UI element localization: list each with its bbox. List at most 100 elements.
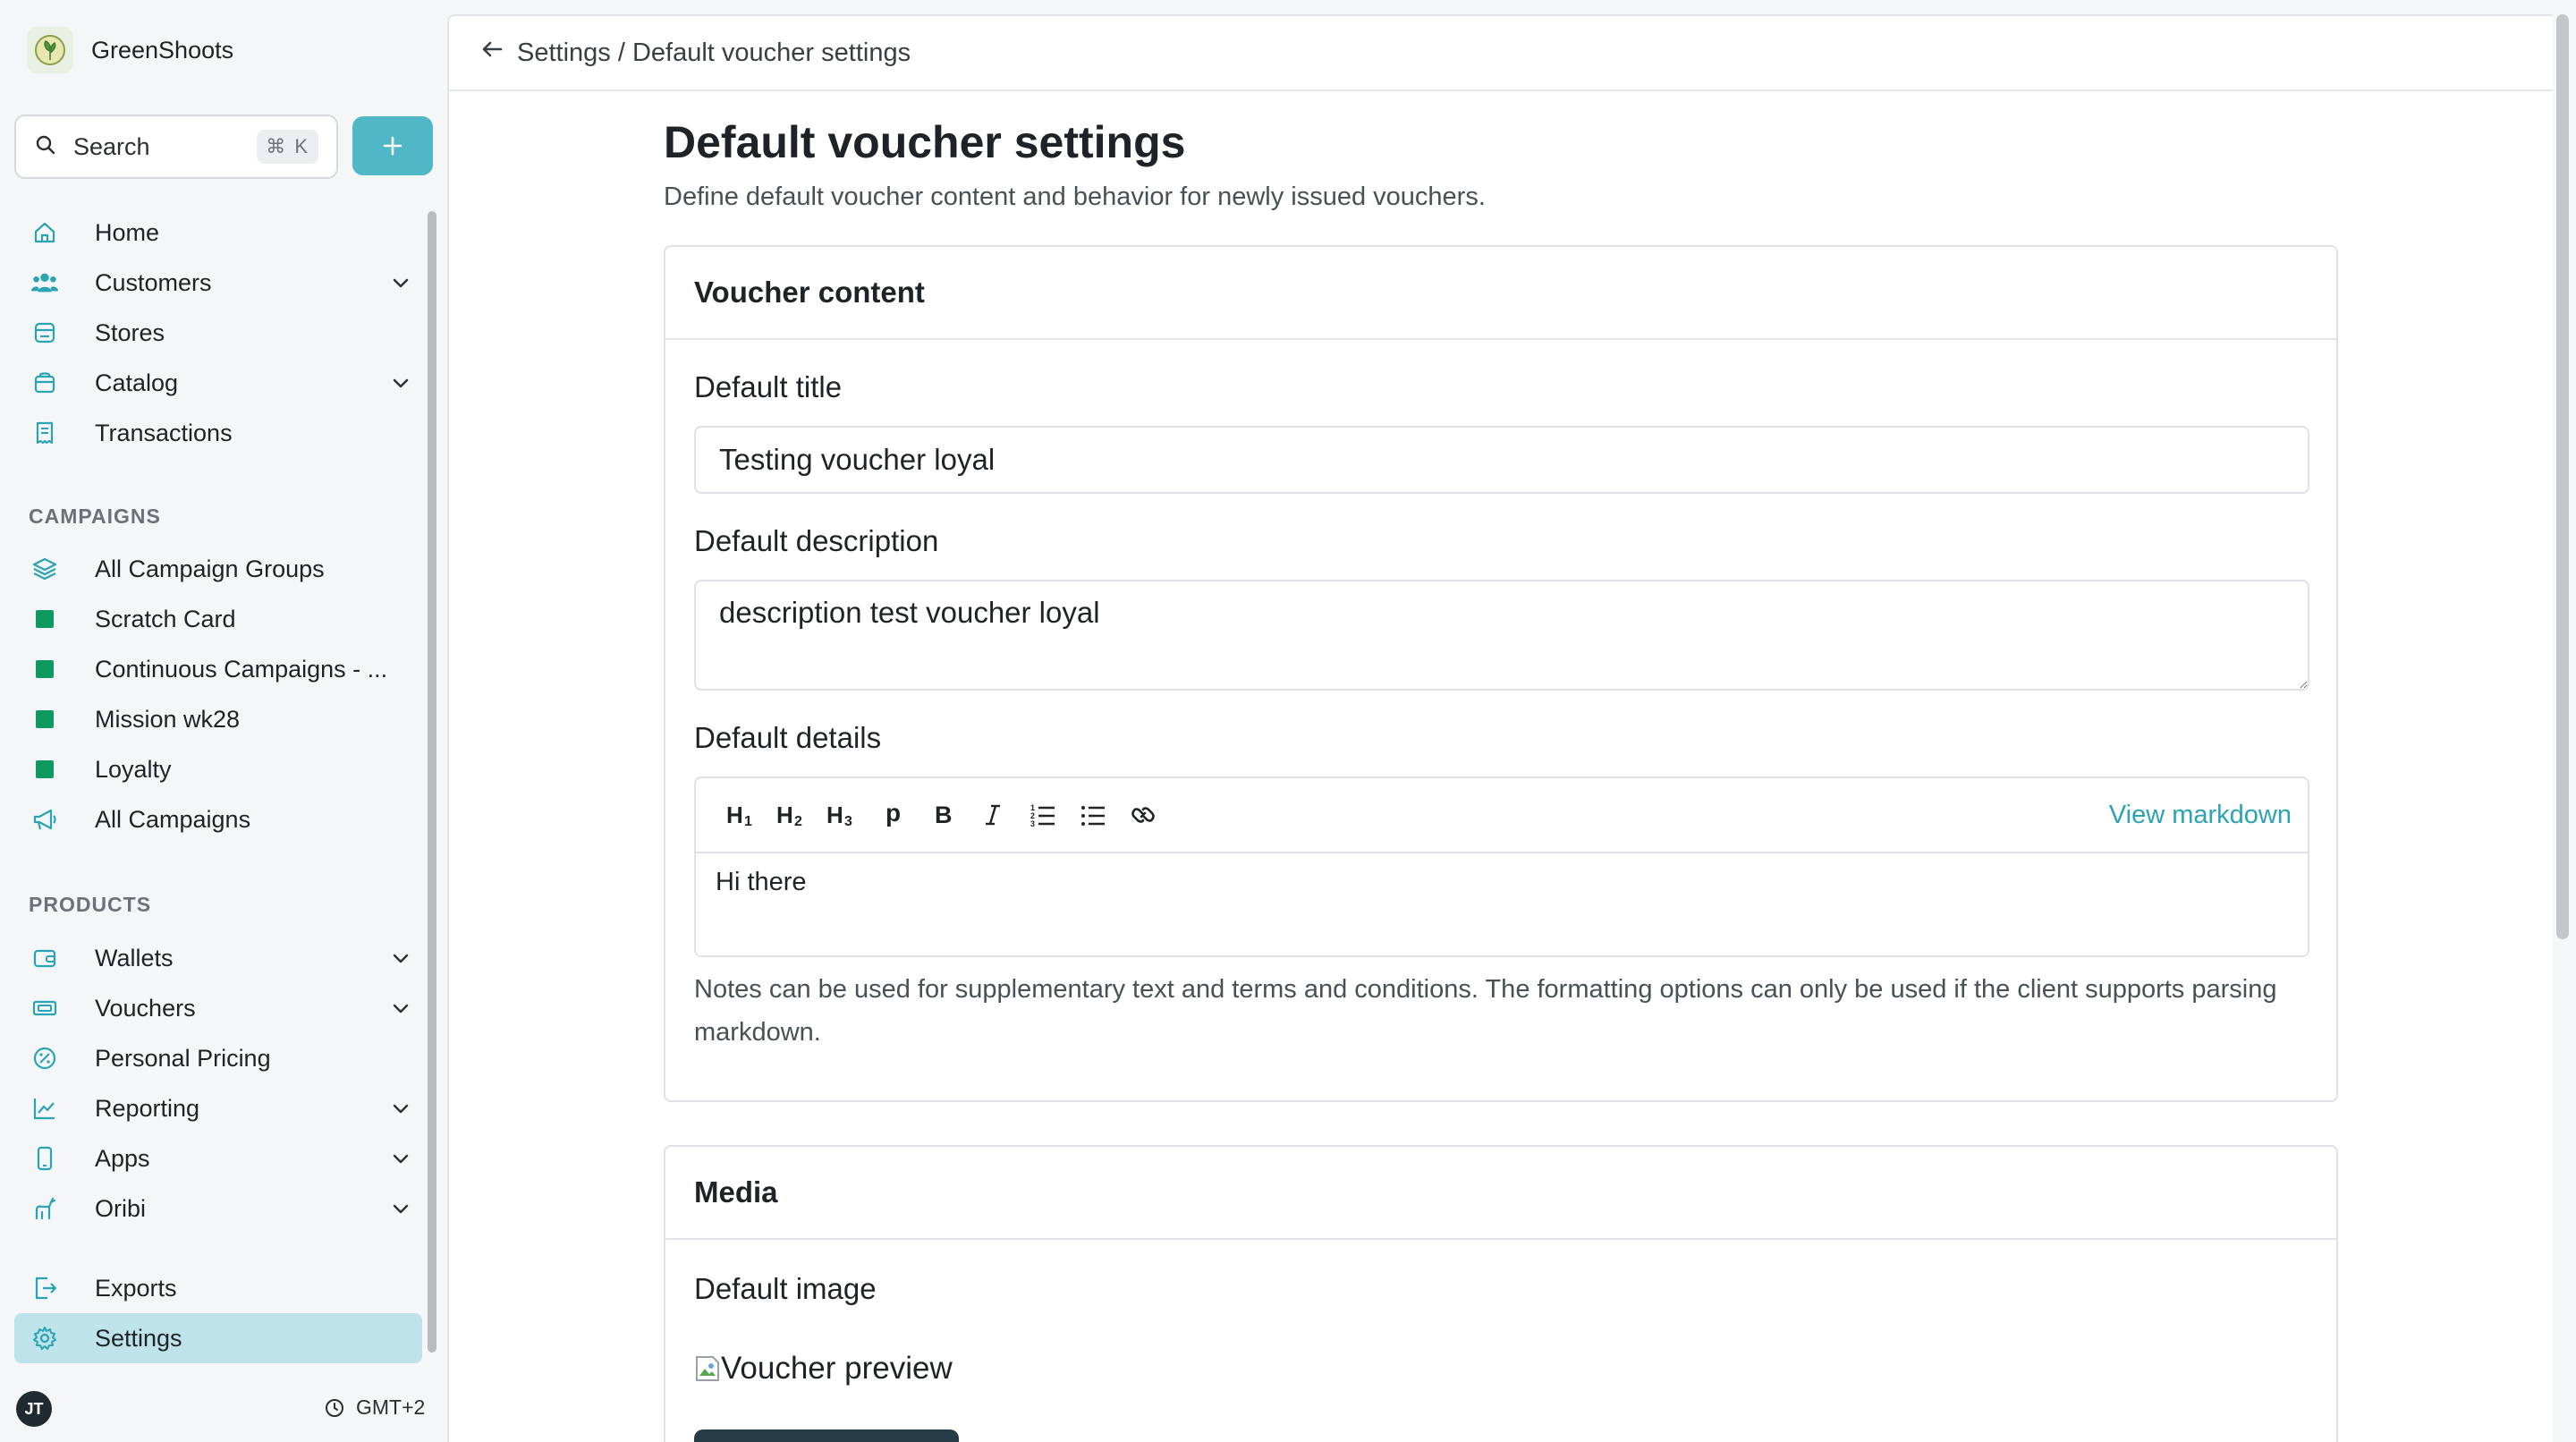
bullet-list-button[interactable] xyxy=(1068,790,1118,840)
sidebar-item-vouchers[interactable]: Vouchers xyxy=(14,983,422,1033)
chevron-down-icon[interactable] xyxy=(390,1148,411,1174)
wallet-icon xyxy=(30,944,59,972)
home-icon xyxy=(30,218,59,247)
sidebar-item-label: Mission wk28 xyxy=(95,705,241,733)
paragraph-button[interactable]: p xyxy=(868,790,918,840)
users-icon xyxy=(30,268,59,297)
sidebar-item-label: Loyalty xyxy=(95,755,172,783)
timezone-indicator[interactable]: GMT+2 xyxy=(324,1395,447,1420)
sidebar-scrollbar[interactable] xyxy=(428,211,436,1353)
sidebar-item-label: Settings xyxy=(95,1324,182,1352)
italic-button[interactable] xyxy=(968,790,1018,840)
search-button[interactable]: Search ⌘ K xyxy=(14,115,338,179)
sidebar-item-personal-pricing[interactable]: Personal Pricing xyxy=(14,1033,422,1083)
search-label: Search xyxy=(73,132,150,160)
back-arrow-icon[interactable] xyxy=(479,37,504,69)
svg-text:3: 3 xyxy=(1030,819,1035,828)
search-shortcut: ⌘ K xyxy=(257,130,318,164)
sidebar-item-label: Apps xyxy=(95,1144,150,1172)
sidebar-item-mission-wk28[interactable]: Mission wk28 xyxy=(14,694,422,744)
clock-icon xyxy=(326,1398,343,1417)
breadcrumb-text[interactable]: Settings / Default voucher settings xyxy=(517,38,911,68)
chart-icon xyxy=(30,1094,59,1123)
sidebar-item-all-campaign-groups[interactable]: All Campaign Groups xyxy=(14,544,422,594)
svg-text:H: H xyxy=(776,802,793,828)
sidebar-item-loyalty[interactable]: Loyalty xyxy=(14,744,422,794)
campaigns-nav: All Campaign Groups Scratch Card Continu… xyxy=(14,544,422,844)
ticket-icon xyxy=(30,994,59,1022)
svg-text:H: H xyxy=(726,802,743,828)
bold-button[interactable]: B xyxy=(918,790,968,840)
sidebar-item-oribi[interactable]: Oribi xyxy=(14,1183,422,1234)
chevron-down-icon[interactable] xyxy=(390,947,411,973)
sidebar-item-continuous-campaigns[interactable]: Continuous Campaigns - ... xyxy=(14,644,422,694)
sidebar-item-label: Oribi xyxy=(95,1194,147,1222)
campaigns-section-label: CAMPAIGNS xyxy=(29,505,161,528)
sidebar-item-label: Personal Pricing xyxy=(95,1044,271,1072)
sidebar-item-stores[interactable]: Stores xyxy=(14,308,422,358)
details-help-text: Notes can be used for supplementary text… xyxy=(694,975,2277,1047)
card-heading: Media xyxy=(665,1147,2336,1240)
square-icon xyxy=(30,705,59,734)
sidebar-item-settings[interactable]: Settings xyxy=(14,1313,422,1363)
sidebar-item-label: Transactions xyxy=(95,419,233,446)
broken-image-icon xyxy=(696,1356,719,1381)
megaphone-icon xyxy=(30,805,59,834)
chevron-down-icon[interactable] xyxy=(390,1198,411,1224)
view-markdown-link[interactable]: View markdown xyxy=(2109,801,2292,830)
sidebar-item-catalog[interactable]: Catalog xyxy=(14,358,422,408)
add-button[interactable] xyxy=(352,116,433,175)
sidebar-item-all-campaigns[interactable]: All Campaigns xyxy=(14,794,422,844)
default-title-input[interactable] xyxy=(694,426,2309,494)
chevron-down-icon[interactable] xyxy=(390,997,411,1023)
chevron-down-icon[interactable] xyxy=(390,372,411,398)
bottom-nav: Exports Settings xyxy=(14,1263,422,1363)
store-icon xyxy=(30,318,59,347)
sidebar-item-label: All Campaign Groups xyxy=(95,555,325,582)
plus-icon xyxy=(383,136,402,156)
chevron-down-icon[interactable] xyxy=(390,272,411,298)
sidebar-item-transactions[interactable]: Transactions xyxy=(14,408,422,458)
svg-text:2: 2 xyxy=(794,814,802,828)
voucher-content-card: Voucher content Default title Default de… xyxy=(664,245,2338,1102)
heading3-button[interactable]: H3 xyxy=(818,790,868,840)
sidebar-item-label: Continuous Campaigns - ... xyxy=(95,655,388,683)
svg-text:H: H xyxy=(826,802,843,828)
voucher-preview-alt: Voucher preview xyxy=(721,1351,953,1386)
animal-icon xyxy=(30,1194,59,1223)
heading1-button[interactable]: H1 xyxy=(717,790,767,840)
details-editor[interactable]: Hi there xyxy=(694,852,2309,957)
upload-image-button[interactable] xyxy=(694,1429,959,1442)
square-icon xyxy=(30,755,59,784)
sidebar-item-apps[interactable]: Apps xyxy=(14,1133,422,1183)
sidebar-item-label: Scratch Card xyxy=(95,605,236,632)
percent-icon xyxy=(30,1044,59,1073)
sidebar-item-customers[interactable]: Customers xyxy=(14,258,422,308)
svg-text:B: B xyxy=(935,802,953,828)
avatar[interactable]: JT xyxy=(16,1391,52,1427)
details-editor-text: Hi there xyxy=(716,868,807,896)
page-scrollbar[interactable] xyxy=(2556,14,2569,939)
default-description-textarea[interactable]: description test voucher loyal xyxy=(694,580,2309,691)
sidebar-item-exports[interactable]: Exports xyxy=(14,1263,422,1313)
layers-icon xyxy=(30,555,59,583)
square-icon xyxy=(30,655,59,683)
sidebar-item-wallets[interactable]: Wallets xyxy=(14,933,422,983)
bag-icon xyxy=(30,369,59,397)
ordered-list-button[interactable]: 123 xyxy=(1018,790,1068,840)
heading2-button[interactable]: H2 xyxy=(767,790,818,840)
markdown-toolbar: H1 H2 H3 p B 123 View markdown xyxy=(694,776,2309,852)
sidebar-item-label: Catalog xyxy=(95,369,179,396)
main-content: Settings / Default voucher settings Defa… xyxy=(447,14,2553,1442)
link-button[interactable] xyxy=(1118,790,1168,840)
default-title-label: Default title xyxy=(694,370,843,403)
sidebar-item-scratch-card[interactable]: Scratch Card xyxy=(14,594,422,644)
svg-text:3: 3 xyxy=(844,814,852,828)
gear-icon xyxy=(30,1324,59,1353)
svg-text:1: 1 xyxy=(744,814,752,828)
sidebar-item-home[interactable]: Home xyxy=(14,208,422,258)
sidebar-item-reporting[interactable]: Reporting xyxy=(14,1083,422,1133)
media-card: Media Default image Voucher preview xyxy=(664,1145,2338,1442)
chevron-down-icon[interactable] xyxy=(390,1098,411,1124)
brand[interactable]: GreenShoots xyxy=(27,27,233,73)
